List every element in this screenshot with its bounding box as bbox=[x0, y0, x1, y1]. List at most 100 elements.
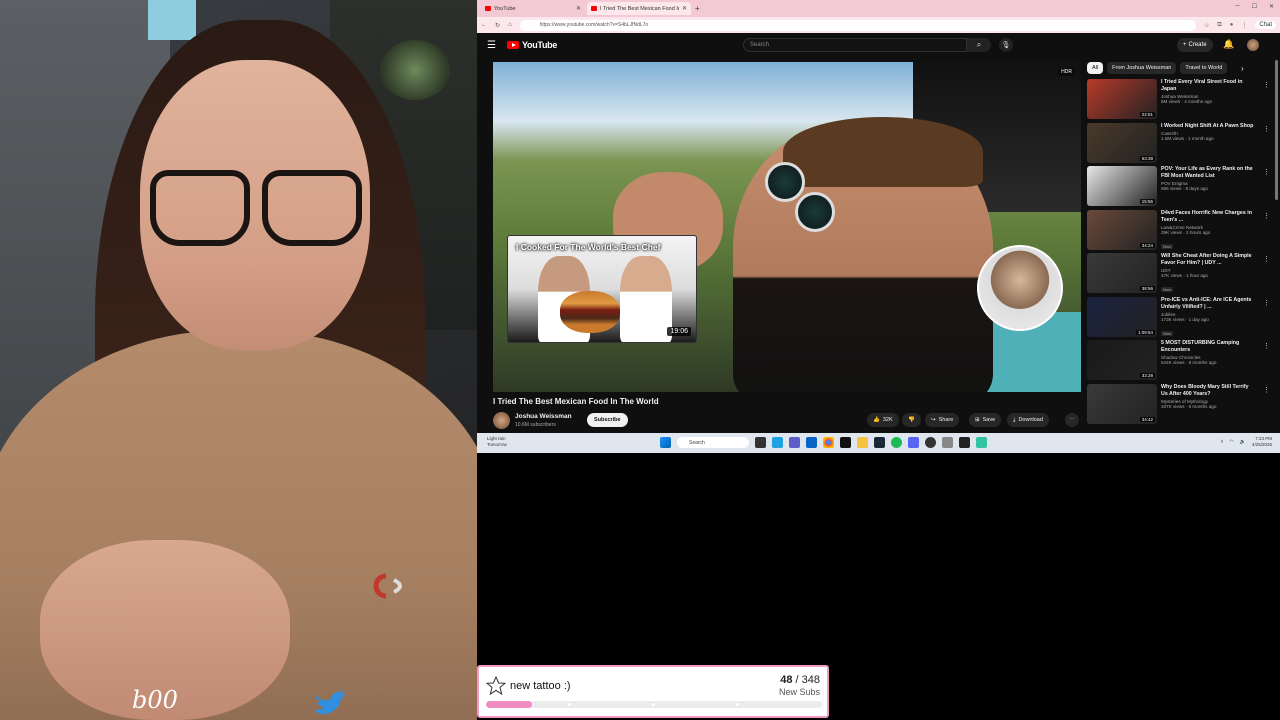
chrome-icon[interactable] bbox=[823, 437, 834, 448]
more-options-icon[interactable]: ⋮ bbox=[1263, 125, 1270, 133]
dislike-button[interactable]: 👎 bbox=[902, 413, 921, 427]
recommendation-item[interactable]: 53:38 I Worked Night Shift At A Pawn Shop… bbox=[1087, 122, 1270, 167]
chatgpt-icon[interactable] bbox=[959, 437, 970, 448]
outlook-icon[interactable] bbox=[806, 437, 817, 448]
window-controls: ─ ☐ ✕ bbox=[1235, 3, 1274, 10]
youtube-favicon-icon bbox=[591, 6, 597, 11]
new-tab-icon[interactable]: + bbox=[695, 4, 700, 13]
hamburger-menu-icon[interactable]: ☰ bbox=[487, 40, 507, 51]
recommendation-title[interactable]: 5 MOST DISTURBING Camping Encounters bbox=[1161, 340, 1256, 354]
reload-icon[interactable]: ↻ bbox=[495, 22, 500, 29]
chip-travel[interactable]: Travel to World bbox=[1180, 62, 1228, 74]
recommendation-title[interactable]: I Worked Night Shift At A Pawn Shop bbox=[1161, 123, 1256, 130]
close-tab-icon[interactable]: ✕ bbox=[682, 5, 687, 12]
more-options-icon[interactable]: ⋮ bbox=[1263, 81, 1270, 89]
chip-all[interactable]: All bbox=[1087, 62, 1104, 74]
more-options-icon[interactable]: ⋮ bbox=[1263, 212, 1270, 220]
chat-button[interactable]: Chat bbox=[1255, 21, 1276, 29]
save-button[interactable]: ⊞ Save bbox=[969, 413, 1002, 427]
account-avatar[interactable] bbox=[1247, 39, 1259, 51]
subscribe-button[interactable]: Subscribe bbox=[587, 413, 628, 427]
search-input[interactable]: Search bbox=[743, 38, 967, 52]
recommendation-thumbnail[interactable]: 15:55 bbox=[1087, 166, 1157, 206]
more-options-icon[interactable]: ⋮ bbox=[1263, 342, 1270, 350]
taskbar-search[interactable]: Search bbox=[677, 437, 749, 448]
close-window-icon[interactable]: ✕ bbox=[1269, 3, 1274, 10]
more-options-icon[interactable]: ⋮ bbox=[1263, 299, 1270, 307]
endscreen-video-card[interactable]: I Cooked For The World's Best Chef 19:06 bbox=[507, 235, 697, 343]
url-field[interactable]: https://www.youtube.com/watch?v=S4bLJfNd… bbox=[519, 19, 1196, 31]
youtube-logo[interactable]: YouTube bbox=[507, 40, 557, 50]
recommendation-thumbnail[interactable]: 34:42 bbox=[1087, 383, 1157, 424]
recommendation-meta: I Tried Every Viral Street Food in Japan… bbox=[1161, 79, 1256, 123]
endscreen-channel-avatar[interactable] bbox=[977, 245, 1063, 331]
recommendation-item[interactable]: 1:09:54 Pro-ICE vs Anti-ICE: Are ICE Agen… bbox=[1087, 296, 1270, 341]
goal-tick bbox=[736, 703, 739, 706]
tab-current-video[interactable]: I Tried The Best Mexican Food In The Wor… bbox=[587, 2, 691, 15]
more-options-icon[interactable]: ⋮ bbox=[1263, 386, 1270, 394]
tab-youtube[interactable]: YouTube ✕ bbox=[481, 2, 585, 15]
back-icon[interactable]: ← bbox=[481, 22, 487, 28]
create-button[interactable]: + Create bbox=[1177, 38, 1213, 52]
star-icon[interactable]: ☆ bbox=[1204, 22, 1209, 29]
profile-icon[interactable]: ● bbox=[1230, 22, 1234, 28]
minimize-icon[interactable]: ─ bbox=[1235, 3, 1239, 10]
extensions-icon[interactable]: ⧉ bbox=[1217, 22, 1221, 29]
chip-from-channel[interactable]: From Joshua Weissman bbox=[1107, 62, 1177, 74]
video-player[interactable]: HDR I Cooked For The World's Best Chef 1… bbox=[493, 62, 1081, 392]
more-options-icon[interactable]: ⋮ bbox=[1263, 255, 1270, 263]
channel-name[interactable]: Joshua Weissman bbox=[515, 413, 572, 420]
more-options-icon[interactable]: ⋮ bbox=[1263, 168, 1270, 176]
recommendation-item[interactable]: 34:24 D4vd Faces Horrific New Charges in … bbox=[1087, 209, 1270, 254]
maximize-icon[interactable]: ☐ bbox=[1252, 3, 1257, 10]
volume-icon[interactable]: 🔈 bbox=[1240, 439, 1246, 445]
more-actions-button[interactable]: ⋯ bbox=[1065, 413, 1079, 427]
search-icon[interactable]: ⌕ bbox=[967, 38, 991, 52]
clock[interactable]: 7:23 PM 4/25/2026 bbox=[1252, 436, 1272, 448]
scrollbar[interactable] bbox=[1275, 60, 1278, 200]
close-tab-icon[interactable]: ✕ bbox=[576, 5, 581, 12]
recommendation-thumbnail[interactable]: 53:38 bbox=[1087, 122, 1157, 163]
recommendation-thumbnail[interactable]: 1:09:54 bbox=[1087, 296, 1157, 337]
recommendation-item[interactable]: 33:28 5 MOST DISTURBING Camping Encounter… bbox=[1087, 340, 1270, 384]
obs-icon[interactable] bbox=[925, 437, 936, 448]
recommendation-title[interactable]: Pro-ICE vs Anti-ICE: Are ICE Agents Unfa… bbox=[1161, 297, 1256, 311]
recommendation-thumbnail[interactable]: 38:56 bbox=[1087, 253, 1157, 293]
settings-gear-icon[interactable] bbox=[942, 437, 953, 448]
recommendation-item[interactable]: 22:51 I Tried Every Viral Street Food in … bbox=[1087, 79, 1270, 123]
tiktok-icon[interactable] bbox=[840, 437, 851, 448]
weather-when: Tomorrow bbox=[487, 442, 507, 447]
teams-icon[interactable] bbox=[789, 437, 800, 448]
like-button[interactable]: 👍 32K bbox=[867, 413, 899, 427]
menu-dots-icon[interactable]: ⋮ bbox=[1241, 22, 1247, 29]
recommendation-item[interactable]: 34:42 Why Does Bloody Mary Still Terrify … bbox=[1087, 383, 1270, 428]
steam-icon[interactable] bbox=[874, 437, 885, 448]
recommendation-thumbnail[interactable]: 34:24 bbox=[1087, 209, 1157, 250]
streamlabs-icon[interactable] bbox=[976, 437, 987, 448]
recommendation-thumbnail[interactable]: 33:28 bbox=[1087, 340, 1157, 380]
recommendation-thumbnail[interactable]: 22:51 bbox=[1087, 79, 1157, 119]
recommendation-item[interactable]: 15:55 POV: Your Life as Every Rank on the… bbox=[1087, 166, 1270, 210]
recommendation-title[interactable]: D4vd Faces Horrific New Charges in Teen'… bbox=[1161, 210, 1256, 224]
share-button[interactable]: ↪ Share bbox=[925, 413, 960, 427]
discord-icon[interactable] bbox=[908, 437, 919, 448]
weather-widget[interactable]: Light rain Tomorrow bbox=[487, 436, 507, 448]
spotify-icon[interactable] bbox=[891, 437, 902, 448]
channel-avatar[interactable] bbox=[493, 412, 510, 429]
download-button[interactable]: ⤓ Download bbox=[1007, 413, 1049, 427]
recommendation-title[interactable]: Will She Cheat After Doing A Simple Favo… bbox=[1161, 253, 1256, 267]
notifications-bell-icon[interactable]: 🔔 bbox=[1223, 39, 1234, 50]
home-icon[interactable]: ⌂ bbox=[508, 22, 512, 28]
recommendation-title[interactable]: Why Does Bloody Mary Still Terrify Us Af… bbox=[1161, 384, 1256, 398]
file-explorer-icon[interactable] bbox=[755, 437, 766, 448]
chevron-up-icon[interactable]: ˄ bbox=[1220, 439, 1223, 445]
recommendation-title[interactable]: POV: Your Life as Every Rank on the FBI … bbox=[1161, 166, 1256, 180]
recommendation-title[interactable]: I Tried Every Viral Street Food in Japan bbox=[1161, 79, 1256, 93]
edge-icon[interactable] bbox=[772, 437, 783, 448]
recommendation-item[interactable]: 38:56 Will She Cheat After Doing A Simple… bbox=[1087, 253, 1270, 297]
microphone-icon[interactable]: 🎙 bbox=[999, 38, 1013, 52]
chevron-right-icon[interactable]: › bbox=[1241, 64, 1244, 73]
start-windows-icon[interactable] bbox=[660, 437, 671, 448]
folder-icon[interactable] bbox=[857, 437, 868, 448]
wifi-icon[interactable]: ◠ bbox=[1229, 439, 1233, 445]
